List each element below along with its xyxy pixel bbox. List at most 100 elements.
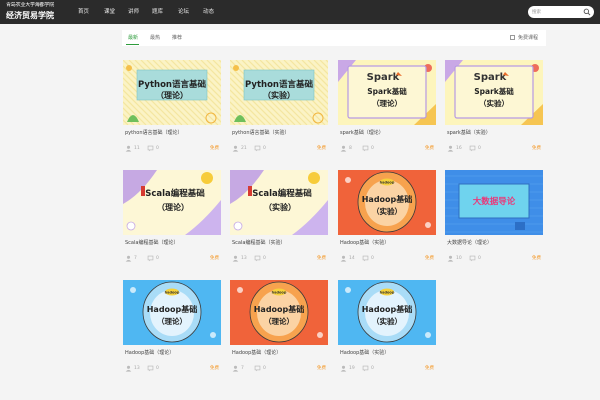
user-icon: [340, 365, 347, 372]
student-count: 16: [456, 146, 462, 151]
student-count: 21: [241, 146, 247, 151]
course-cover-image: Scala编程基础 （实验）: [230, 170, 328, 235]
course-title[interactable]: python语言基础（实验）: [232, 129, 326, 138]
course-card[interactable]: Python语言基础 （理论） python语言基础（理论） 11 0 免费: [123, 60, 221, 162]
comment-icon: [147, 255, 154, 262]
course-meta: 11 0 免费: [125, 144, 219, 153]
student-count: 13: [241, 256, 247, 261]
thumb-title: Spark基础: [474, 86, 514, 96]
course-thumbnail[interactable]: Scala编程基础 （理论）: [123, 170, 221, 235]
course-title[interactable]: Hadoop基础（理论）: [125, 349, 219, 358]
hadoop-logo-text: hadoop: [380, 181, 395, 185]
course-cover-image: hadoop Hadoop基础 （理论）: [123, 280, 221, 345]
comment-count: 0: [371, 366, 374, 371]
course-thumbnail[interactable]: Python语言基础 （实验）: [230, 60, 328, 125]
comment-icon: [362, 365, 369, 372]
course-title[interactable]: spark基础（理论）: [340, 129, 434, 138]
course-grid: Python语言基础 （理论） python语言基础（理论） 11 0 免费 Python语…: [0, 0, 600, 400]
comment-icon: [147, 145, 154, 152]
comment-icon: [469, 255, 476, 262]
course-title[interactable]: Hadoop基础（理论）: [232, 349, 326, 358]
comment-count: 0: [478, 146, 481, 151]
course-title[interactable]: 大数据导论（理论）: [447, 239, 541, 248]
comment-count: 0: [156, 366, 159, 371]
course-meta: 7 0 免费: [125, 254, 219, 263]
course-card[interactable]: Scala编程基础 （理论） Scala编程基础（理论） 7 0 免费: [123, 170, 221, 272]
course-thumbnail[interactable]: Spark Spark基础 （理论）: [338, 60, 436, 125]
student-count: 8: [349, 146, 352, 151]
decor-dot: [308, 172, 320, 184]
price-label: 免费: [317, 256, 326, 261]
price-label: 免费: [317, 366, 326, 371]
thumb-title: Scala编程基础: [252, 188, 312, 199]
course-thumbnail[interactable]: Spark Spark基础 （实验）: [445, 60, 543, 125]
course-cover-image: Python语言基础（实验）: [230, 60, 328, 125]
course-card[interactable]: hadoop Hadoop基础 （理论） Hadoop基础（理论） 7 0 免费: [230, 280, 328, 382]
comment-count: 0: [156, 146, 159, 151]
price-label: 免费: [317, 146, 326, 151]
course-card[interactable]: Scala编程基础 （实验） Scala编程基础（实验） 13 0 免费: [230, 170, 328, 272]
hadoop-logo-text: hadoop: [380, 291, 395, 295]
course-thumbnail[interactable]: Python语言基础 （理论）: [123, 60, 221, 125]
user-icon: [125, 255, 132, 262]
course-title[interactable]: Scala编程基础（理论）: [125, 239, 219, 248]
price-label: 免费: [532, 256, 541, 261]
comment-count: 0: [478, 256, 481, 261]
course-title[interactable]: python语言基础（理论）: [125, 129, 219, 138]
comment-icon: [254, 145, 261, 152]
thumb-title: Hadoop基础: [362, 194, 413, 204]
thumb-title: Python语言基础: [245, 79, 313, 90]
decor-dot: [201, 172, 213, 184]
course-card[interactable]: Spark Spark基础 （实验） spark基础（实验） 16 0 免费: [445, 60, 543, 162]
course-thumbnail[interactable]: 大数据导论: [445, 170, 543, 235]
user-icon: [447, 145, 454, 152]
comment-count: 0: [156, 256, 159, 261]
course-card[interactable]: hadoop Hadoop基础 （理论） Hadoop基础（理论） 13 0 免费: [123, 280, 221, 382]
course-title[interactable]: Scala编程基础（实验）: [232, 239, 326, 248]
thumb-title: Python语言基础: [138, 79, 206, 90]
user-icon: [340, 145, 347, 152]
thumb-subtitle: （理论）: [157, 202, 189, 212]
course-card[interactable]: Python语言基础 （实验） python语言基础（实验） 21 0 免费: [230, 60, 328, 162]
user-icon: [340, 255, 347, 262]
course-card[interactable]: hadoop Hadoop基础 （实验） Hadoop基础（实验） 19 0 免费: [338, 280, 436, 382]
spark-logo-text: Spark: [367, 72, 400, 83]
course-card[interactable]: 大数据导论 大数据导论（理论） 10 0 免费: [445, 170, 543, 272]
device-decor-icon: [515, 222, 525, 230]
course-cover-image: hadoop Hadoop基础 （实验）: [338, 170, 436, 235]
course-meta: 10 0 免费: [447, 254, 541, 263]
course-cover-image: hadoop Hadoop基础 （实验）: [338, 280, 436, 345]
price-label: 免费: [210, 256, 219, 261]
course-cover-image: Python语言基础（理论）: [123, 60, 221, 125]
thumb-subtitle: （实验）: [479, 98, 509, 108]
comment-icon: [147, 365, 154, 372]
user-icon: [125, 145, 132, 152]
thumb-subtitle: （理论）: [264, 316, 294, 326]
user-icon: [125, 365, 132, 372]
course-thumbnail[interactable]: Scala编程基础 （实验）: [230, 170, 328, 235]
course-cover-image: 大数据导论: [445, 170, 543, 235]
course-meta: 8 0 免费: [340, 144, 434, 153]
course-thumbnail[interactable]: hadoop Hadoop基础 （理论）: [230, 280, 328, 345]
price-label: 免费: [532, 146, 541, 151]
hadoop-logo-text: hadoop: [272, 291, 287, 295]
thumb-subtitle: （理论）: [156, 90, 188, 100]
course-title[interactable]: Hadoop基础（实验）: [340, 349, 434, 358]
course-card[interactable]: hadoop Hadoop基础 （实验） Hadoop基础（实验） 14 0 免费: [338, 170, 436, 272]
course-thumbnail[interactable]: hadoop Hadoop基础 （实验）: [338, 170, 436, 235]
comment-count: 0: [263, 256, 266, 261]
decor-dot: [126, 65, 132, 71]
thumb-title: Scala编程基础: [145, 188, 205, 199]
course-meta: 13 0 免费: [125, 364, 219, 373]
course-cover-image: Spark Spark基础 （实验）: [445, 60, 543, 125]
course-title[interactable]: spark基础（实验）: [447, 129, 541, 138]
student-count: 11: [134, 146, 140, 151]
course-thumbnail[interactable]: hadoop Hadoop基础 （理论）: [123, 280, 221, 345]
course-card[interactable]: Spark Spark基础 （理论） spark基础（理论） 8 0 免费: [338, 60, 436, 162]
course-meta: 13 0 免费: [232, 254, 326, 263]
course-title[interactable]: Hadoop基础（实验）: [340, 239, 434, 248]
student-count: 13: [134, 366, 140, 371]
decor-dot: [233, 65, 239, 71]
course-thumbnail[interactable]: hadoop Hadoop基础 （实验）: [338, 280, 436, 345]
thumb-title: Hadoop基础: [254, 304, 305, 314]
